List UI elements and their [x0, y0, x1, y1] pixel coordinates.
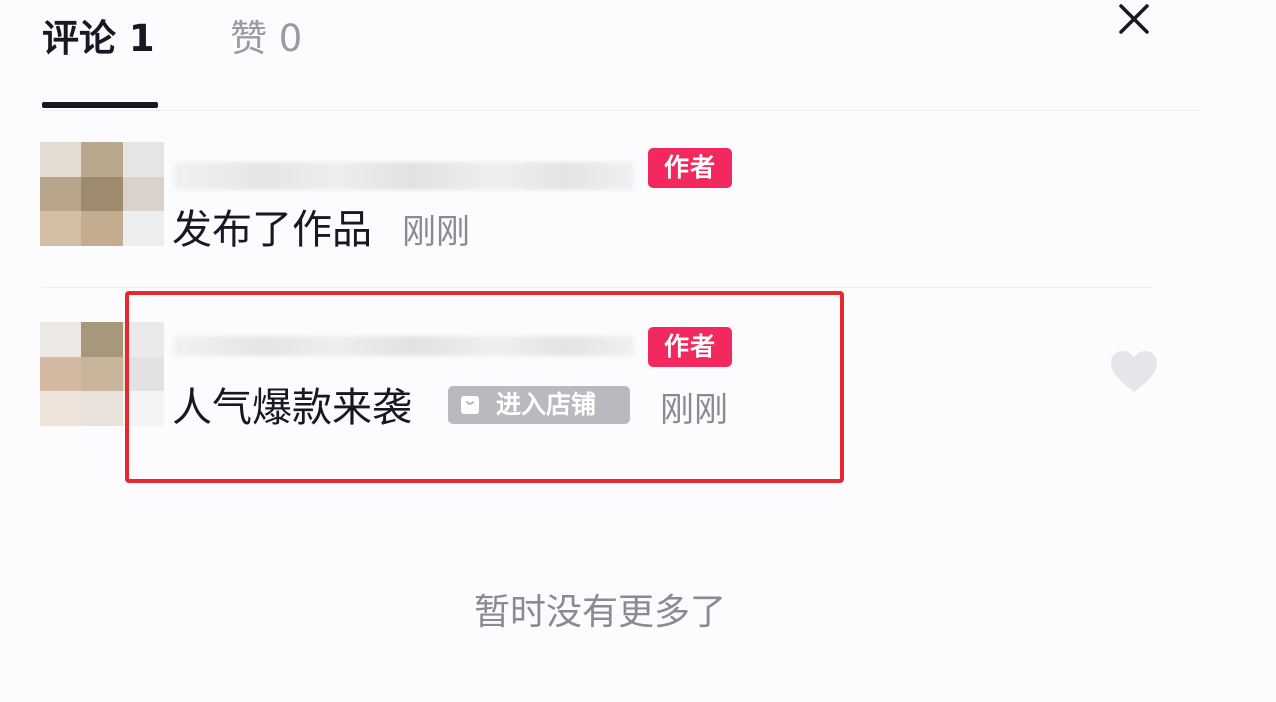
author-badge: 作者 — [648, 327, 732, 367]
comment-text: 人气爆款来袭 — [172, 385, 412, 431]
comment-item: 作者 发布了作品 刚刚 — [0, 140, 1276, 290]
close-button[interactable] — [1112, 0, 1156, 40]
comments-panel: 评论 1 赞 0 作者 发布了作品 刚刚 作者 人气爆款来袭 进入店铺 刚刚 暂… — [0, 0, 1276, 702]
active-tab-indicator — [42, 102, 158, 108]
enter-shop-label: 进入店铺 — [496, 390, 597, 419]
avatar[interactable] — [40, 142, 164, 246]
close-icon — [1119, 4, 1149, 34]
avatar[interactable] — [40, 322, 164, 426]
tab-likes[interactable]: 赞 0 — [230, 14, 302, 64]
shopping-bag-icon — [461, 396, 479, 414]
header-divider — [42, 110, 1202, 111]
comment-item: 作者 人气爆款来袭 进入店铺 刚刚 — [0, 318, 1276, 488]
tab-comments[interactable]: 评论 1 — [42, 14, 155, 64]
author-badge: 作者 — [648, 148, 732, 188]
heart-icon — [1111, 351, 1157, 392]
comment-text: 发布了作品 — [172, 207, 372, 253]
comment-time: 刚刚 — [402, 212, 470, 252]
no-more-text: 暂时没有更多了 — [473, 592, 726, 633]
enter-shop-button[interactable]: 进入店铺 — [448, 386, 630, 424]
like-button[interactable] — [1108, 348, 1160, 396]
comment-time: 刚刚 — [660, 390, 728, 430]
comment-divider — [42, 287, 1152, 288]
username-blurred[interactable] — [174, 336, 634, 356]
username-blurred[interactable] — [174, 162, 634, 190]
